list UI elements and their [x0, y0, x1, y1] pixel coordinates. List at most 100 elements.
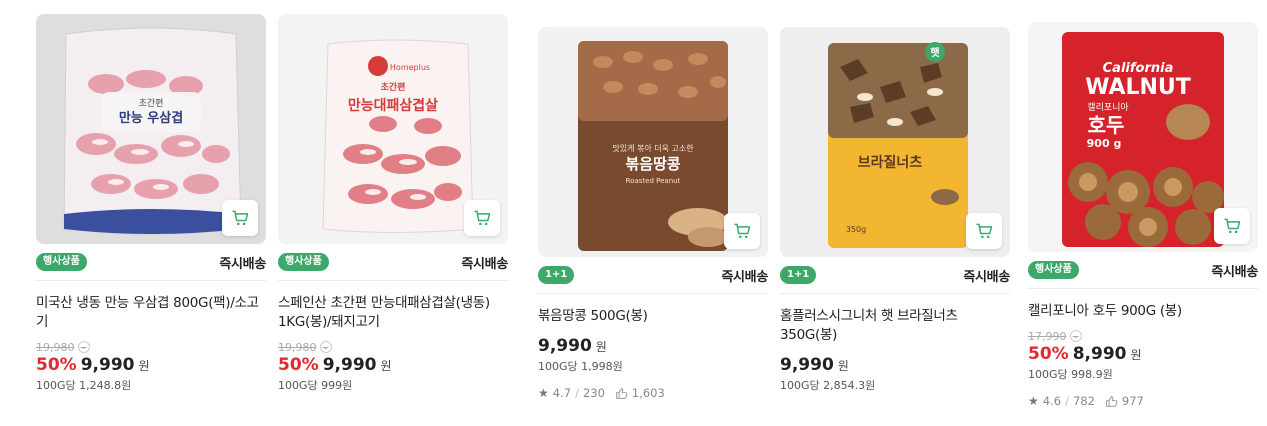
price-row: 50% 9,990 원: [36, 355, 266, 375]
sale-price: 9,990: [780, 355, 834, 375]
like-icon[interactable]: [1105, 395, 1118, 408]
product-card[interactable]: 초간편 만능 우삼겹 행사상품 즉시배송 미국산 냉동 만능 우삼겹 800G(…: [36, 14, 266, 393]
product-name[interactable]: 캘리포니아 호두 900G (봉): [1028, 302, 1258, 321]
product-name[interactable]: 홈플러스시그니처 햇 브라질너츠 350G(봉): [780, 307, 1010, 345]
package-text: 만능대패삼겹살: [348, 97, 438, 114]
promo-badge: 행사상품: [1028, 261, 1079, 279]
review-count[interactable]: 782: [1073, 394, 1095, 408]
original-price-row: 19,980 ⌄: [278, 340, 508, 354]
currency-label: 원: [595, 340, 607, 354]
price-row: 9,990 원: [780, 355, 1010, 375]
promo-badge: 행사상품: [278, 253, 329, 271]
product-name[interactable]: 볶음땅콩 500G(봉): [538, 307, 768, 326]
sale-price: 9,990: [80, 355, 135, 375]
package-text: 호두: [1088, 113, 1125, 137]
product-image[interactable]: Homeplus 초간편 만능대패삼겹살: [278, 14, 508, 244]
package-text: 350g: [846, 225, 866, 234]
chevron-down-icon[interactable]: ⌄: [319, 341, 332, 353]
original-price: 19,980: [278, 340, 317, 354]
currency-label: 원: [380, 359, 392, 373]
cart-icon: [232, 210, 249, 226]
price-row: 50% 8,990 원: [1028, 344, 1258, 364]
like-count: 1,603: [631, 386, 665, 400]
package-text: 900 g: [1087, 137, 1122, 150]
package-text: 맛있게 볶아 더욱 고소한: [612, 143, 694, 153]
badge-row: 행사상품 즉시배송: [278, 250, 508, 281]
like-icon[interactable]: [615, 387, 628, 400]
package-text: California: [1103, 61, 1174, 76]
review-count[interactable]: 230: [583, 386, 605, 400]
currency-label: 원: [837, 359, 849, 373]
cart-icon: [474, 210, 491, 226]
product-card[interactable]: 맛있게 볶아 더욱 고소한 볶음땅콩 Roasted Peanut 1+1 즉시…: [538, 27, 768, 400]
price-row: 9,990 원: [538, 336, 768, 356]
package-text: 햇: [930, 46, 939, 59]
discount-rate: 50%: [36, 355, 77, 375]
product-card[interactable]: Homeplus 초간편 만능대패삼겹살 행사상품 즉시배송 스페인산 초간편 …: [278, 14, 508, 393]
rating-score: 4.6: [1042, 394, 1062, 408]
add-to-cart-button[interactable]: [222, 200, 258, 236]
unit-price: 100G당 998.9원: [1028, 368, 1113, 381]
delivery-label: 즉시배송: [721, 269, 768, 285]
promo-badge: 1+1: [538, 266, 575, 284]
unit-price: 100G당 2,854.3원: [780, 379, 876, 392]
like-count: 977: [1121, 394, 1144, 408]
package-text: 만능 우삼겹: [119, 110, 183, 126]
original-price-row: 19,980 ⌄: [36, 340, 266, 354]
sale-price: 9,990: [538, 336, 592, 356]
original-price: 19,980: [36, 340, 75, 354]
original-price: 17,990: [1028, 329, 1067, 343]
original-price-row: 17,990 ⌄: [1028, 329, 1258, 343]
star-icon: ★: [1028, 394, 1039, 408]
package-text: 캘리포니아: [1087, 101, 1129, 113]
delivery-label: 즉시배송: [1211, 264, 1258, 280]
package-text: Homeplus: [390, 63, 430, 72]
add-to-cart-button[interactable]: [966, 213, 1002, 249]
chevron-down-icon[interactable]: ⌄: [77, 341, 90, 353]
add-to-cart-button[interactable]: [464, 200, 500, 236]
product-card[interactable]: California WALNUT 캘리포니아 호두 900 g 행사상품 즉시…: [1028, 22, 1258, 408]
product-image[interactable]: 맛있게 볶아 더욱 고소한 볶음땅콩 Roasted Peanut: [538, 27, 768, 257]
rating-separator: /: [1065, 394, 1069, 408]
package-text: 초간편: [381, 81, 406, 93]
product-card[interactable]: 햇 브라질너츠 350g 1+1 즉시배송 홈플러스시그니처 햇 브라질너츠 3…: [780, 27, 1010, 393]
add-to-cart-button[interactable]: [724, 213, 760, 249]
badge-row: 1+1 즉시배송: [780, 263, 1010, 294]
package-text: 브라질너츠: [858, 155, 923, 171]
discount-rate: 50%: [1028, 344, 1069, 364]
currency-label: 원: [1130, 348, 1142, 362]
add-to-cart-button[interactable]: [1214, 208, 1250, 244]
package-text: 초간편: [139, 97, 164, 109]
product-name[interactable]: 스페인산 초간편 만능대패삼겹살(냉동) 1KG(봉)/돼지고기: [278, 294, 508, 332]
product-name[interactable]: 미국산 냉동 만능 우삼겹 800G(팩)/소고기: [36, 294, 266, 332]
star-icon: ★: [538, 386, 549, 400]
rating-score: 4.7: [552, 386, 572, 400]
package-text: 볶음땅콩: [625, 155, 680, 173]
discount-rate: 50%: [278, 355, 319, 375]
chevron-down-icon[interactable]: ⌄: [1069, 330, 1082, 342]
rating-separator: /: [575, 386, 579, 400]
promo-badge: 1+1: [780, 266, 817, 284]
unit-price: 100G당 1,248.8원: [36, 379, 132, 392]
package-text: Roasted Peanut: [626, 177, 681, 185]
delivery-label: 즉시배송: [219, 256, 266, 272]
package-text: WALNUT: [1085, 75, 1191, 100]
sale-price: 9,990: [322, 355, 377, 375]
rating-row: ★ 4.7/ 230 1,603: [538, 386, 768, 400]
delivery-label: 즉시배송: [963, 269, 1010, 285]
product-image[interactable]: 햇 브라질너츠 350g: [780, 27, 1010, 257]
cart-icon: [976, 223, 993, 239]
cart-icon: [734, 223, 751, 239]
delivery-label: 즉시배송: [461, 256, 508, 272]
sale-price: 8,990: [1072, 344, 1127, 364]
product-image[interactable]: 초간편 만능 우삼겹: [36, 14, 266, 244]
promo-badge: 행사상품: [36, 253, 87, 271]
currency-label: 원: [138, 359, 150, 373]
badge-row: 1+1 즉시배송: [538, 263, 768, 294]
rating-row: ★ 4.6/ 782 977: [1028, 394, 1258, 408]
product-image[interactable]: California WALNUT 캘리포니아 호두 900 g: [1028, 22, 1258, 252]
unit-price: 100G당 1,998원: [538, 360, 623, 373]
badge-row: 행사상품 즉시배송: [1028, 258, 1258, 289]
badge-row: 행사상품 즉시배송: [36, 250, 266, 281]
cart-icon: [1224, 218, 1241, 234]
